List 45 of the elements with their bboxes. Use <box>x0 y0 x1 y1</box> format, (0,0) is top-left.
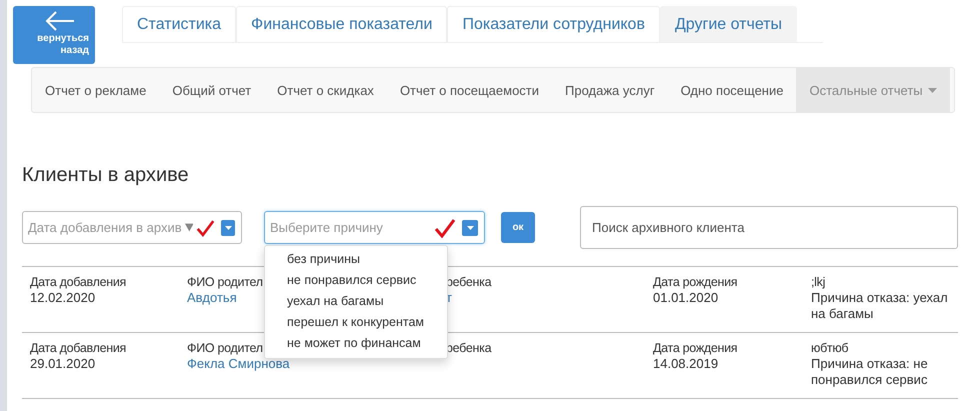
page-title: Клиенты в архиве <box>22 164 190 187</box>
cell-value: Причина отказа: уехал на багамы <box>811 290 948 321</box>
cell-label: Дата добавления <box>30 275 126 289</box>
cell-value: 29.01.2020 <box>30 356 96 371</box>
dropdown-toggle-icon <box>221 220 235 236</box>
tab[interactable]: Финансовые показатели <box>236 6 448 42</box>
report-link[interactable]: Отчет о скидках <box>264 68 387 112</box>
cell-label: ФИО родител <box>187 275 263 289</box>
checkmark-icon <box>434 218 456 238</box>
report-link[interactable]: Остальные отчеты <box>796 68 950 112</box>
reason-select[interactable]: Выберите причину <box>264 211 485 244</box>
cell-value: 14.08.2019 <box>653 356 718 371</box>
cell-label: ФИО родител <box>187 341 263 355</box>
name-link[interactable]: Авдотья <box>187 290 237 305</box>
cell-value: Причина отказа: не понравился сервис <box>811 356 928 387</box>
caret-icon <box>928 88 937 93</box>
dropdown-toggle-icon <box>462 220 478 236</box>
tab[interactable]: Показатели сотрудников <box>447 6 660 42</box>
menu-option[interactable]: не понравился сервис <box>265 270 447 291</box>
ok-button[interactable]: ок <box>501 212 535 243</box>
arrow-left-icon <box>45 11 75 31</box>
cell-label: Дата добавления <box>30 341 126 355</box>
tab[interactable]: Другие отчеты <box>660 6 798 42</box>
report-link[interactable]: Общий отчет <box>159 68 264 112</box>
cell-label: юбтюб <box>811 341 848 355</box>
report-link[interactable]: Одно посещение <box>668 68 796 112</box>
cell-label: ;lkj <box>811 275 826 289</box>
tab[interactable]: Статистика <box>122 6 236 42</box>
search-field[interactable]: Поиск архивного клиента <box>580 206 958 249</box>
menu-option[interactable]: уехал на багамы <box>265 291 447 312</box>
report-link[interactable]: Продажа услуг <box>552 68 668 112</box>
menu-option[interactable]: без причины <box>265 249 447 270</box>
checkmark-icon <box>196 218 216 238</box>
menu-option[interactable]: не может по финансам <box>265 333 447 354</box>
name-link[interactable]: Фекла Смирнова <box>187 356 290 371</box>
triangle-down-icon <box>184 223 194 232</box>
cell-value: 12.02.2020 <box>30 290 96 305</box>
cell-value: 01.01.2020 <box>653 290 718 305</box>
back-button[interactable]: вернуться назад <box>13 6 95 64</box>
date-select[interactable]: Дата добавления в архив <box>22 211 242 244</box>
report-link[interactable]: Отчет о посещаемости <box>386 68 552 112</box>
menu-option[interactable]: перешел к конкурентам <box>265 312 447 333</box>
cell-label: Дата рождения <box>653 275 738 289</box>
cell-label: Дата рождения <box>653 341 738 355</box>
report-link[interactable]: Отчет о рекламе <box>32 68 160 112</box>
